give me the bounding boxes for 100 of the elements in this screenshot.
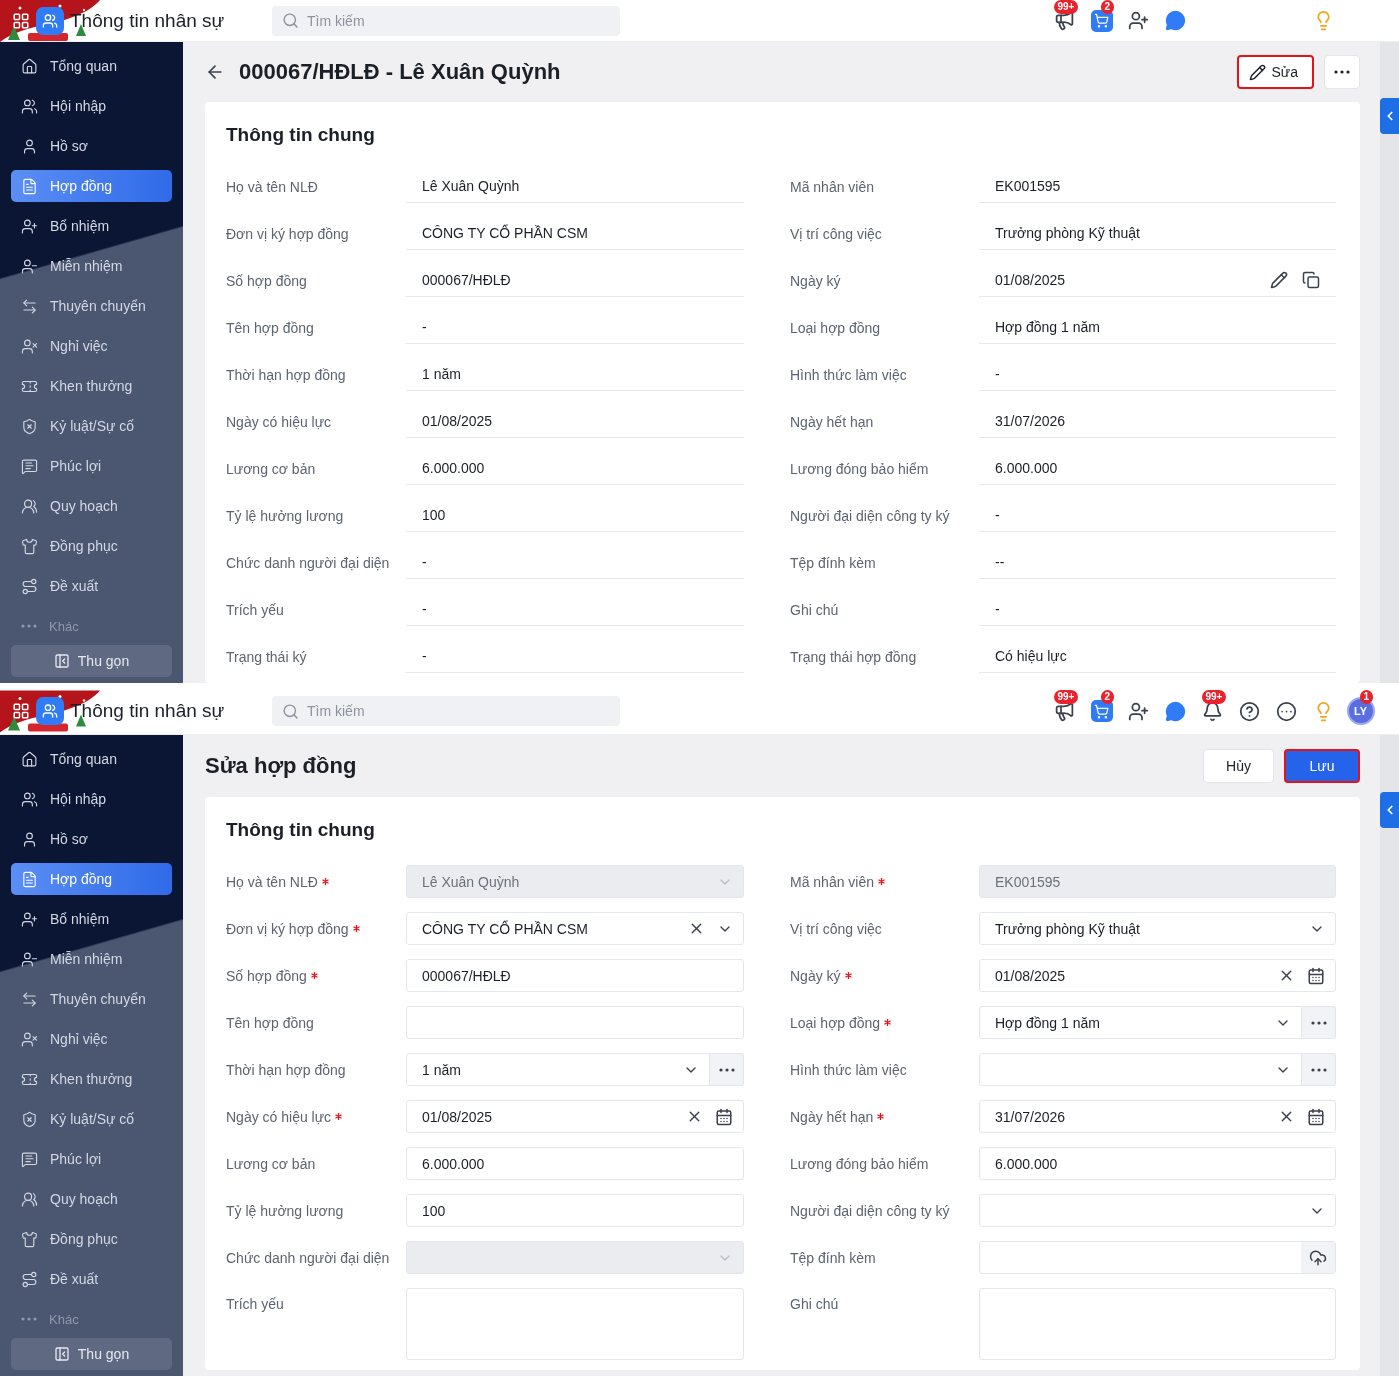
sidebar-item[interactable]: Nghỉ việc: [11, 1023, 172, 1055]
app-title: Thông tin nhân sự: [70, 700, 225, 722]
field-label: Tên hợp đồng: [226, 319, 315, 336]
file-field[interactable]: [979, 1241, 1336, 1274]
field-label: Ngày ký: [790, 272, 842, 289]
select-field[interactable]: Trưởng phòng Kỹ thuật: [979, 912, 1336, 945]
count-badge: 1: [1359, 690, 1374, 704]
sidebar-item[interactable]: Miễn nhiệm: [11, 943, 172, 975]
search-field[interactable]: Tìm kiếm: [272, 696, 620, 726]
chat-icon[interactable]: [1165, 10, 1186, 31]
more-icon: [1310, 1020, 1327, 1025]
sidebar-item[interactable]: Hội nhập: [11, 90, 172, 122]
calendar-icon[interactable]: [1307, 1107, 1325, 1126]
sidebar-item[interactable]: Đồng phục: [11, 530, 172, 562]
cart-icon[interactable]: [1090, 700, 1113, 722]
select-field[interactable]: Hợp đồng 1 năm: [979, 1006, 1302, 1039]
sidebar-item[interactable]: Kỷ luật/Sự cố: [11, 410, 172, 442]
select-field[interactable]: [979, 1053, 1302, 1086]
collapse-button[interactable]: Thu gọn: [11, 645, 172, 677]
copy-icon[interactable]: [1302, 271, 1320, 289]
save-button[interactable]: Lưu: [1284, 749, 1360, 783]
select-field[interactable]: [979, 1194, 1336, 1227]
sidebar-item[interactable]: Khen thưởng: [11, 1063, 172, 1095]
collapse-button[interactable]: Thu gọn: [11, 1338, 172, 1370]
text-field[interactable]: [406, 1006, 744, 1039]
field-label: Trích yếu: [226, 601, 285, 618]
sidebar-item[interactable]: Quy hoạch: [11, 490, 172, 522]
field-label: Thời hạn hợp đồng: [226, 1061, 346, 1078]
menu-icon: [21, 790, 38, 808]
text-field[interactable]: 100: [406, 1194, 744, 1227]
app-grid-icon[interactable]: [12, 11, 30, 30]
sidebar-item[interactable]: Thuyên chuyển: [11, 983, 172, 1015]
field-label: Lương đóng bảo hiểm: [790, 460, 930, 477]
sidebar-item[interactable]: Miễn nhiệm: [11, 250, 172, 282]
select-field[interactable]: 1 năm: [406, 1053, 710, 1086]
sidebar-item[interactable]: Nghỉ việc: [11, 330, 172, 362]
more-icon: [718, 1067, 735, 1072]
menu-icon: [21, 1230, 38, 1248]
field-value: EK001595: [995, 178, 1062, 194]
text-field[interactable]: 000067/HĐLĐ: [406, 959, 744, 992]
panel-toggle-button[interactable]: [1380, 792, 1399, 828]
search-icon: [282, 702, 299, 720]
edit-button[interactable]: Sửa: [1236, 55, 1314, 89]
sidebar-item[interactable]: Khen thưởng: [11, 370, 172, 402]
help-icon[interactable]: [1239, 700, 1260, 722]
calendar-icon[interactable]: [1307, 966, 1325, 985]
sidebar-item[interactable]: Tổng quan: [11, 743, 172, 775]
sidebar-item[interactable]: Đồng phục: [11, 1223, 172, 1255]
sidebar-item[interactable]: Bổ nhiệm: [11, 210, 172, 242]
field-value: -: [995, 507, 1001, 523]
field-value: -: [422, 648, 428, 664]
sidebar-item[interactable]: Đề xuất: [11, 1263, 172, 1295]
more-icon[interactable]: [1276, 700, 1297, 722]
sidebar-item[interactable]: Phúc lợi: [11, 1143, 172, 1175]
sidebar-item[interactable]: Kỷ luật/Sự cố: [11, 1103, 172, 1135]
panel-toggle-button[interactable]: [1380, 98, 1399, 134]
more-button[interactable]: [1324, 55, 1360, 89]
sidebar-item[interactable]: Hợp đồng: [11, 863, 172, 895]
sidebar-item[interactable]: Hợp đồng: [11, 170, 172, 202]
upload-button[interactable]: [1301, 1242, 1335, 1273]
cancel-button[interactable]: Hủy: [1203, 749, 1274, 783]
sidebar-item[interactable]: Thuyên chuyển: [11, 290, 172, 322]
field-label: Số hợp đồng: [226, 272, 308, 289]
scrollbar[interactable]: [1380, 735, 1399, 1376]
date-field[interactable]: 01/08/2025: [406, 1100, 744, 1133]
date-field[interactable]: 31/07/2026: [979, 1100, 1336, 1133]
field-value: -: [422, 319, 428, 335]
text-field[interactable]: 6.000.000: [406, 1147, 744, 1180]
text-field[interactable]: 6.000.000: [979, 1147, 1336, 1180]
date-field[interactable]: 01/08/2025: [979, 959, 1336, 992]
field-value: 01/08/2025: [995, 272, 1067, 288]
field-value: -: [422, 554, 428, 570]
select-field[interactable]: CÔNG TY CỔ PHẦN CSM: [406, 912, 744, 945]
sidebar-item[interactable]: Tổng quan: [11, 50, 172, 82]
chat-icon[interactable]: [1165, 700, 1186, 722]
pencil-icon[interactable]: [1270, 271, 1288, 289]
app-logo-icon: [36, 6, 64, 35]
menu-icon: [21, 577, 38, 595]
scrollbar[interactable]: [1380, 42, 1399, 683]
app-grid-icon[interactable]: [12, 702, 30, 720]
field-label: Chức danh người đại diện: [226, 554, 391, 571]
menu-icon: [21, 417, 38, 435]
more-icon: [21, 1317, 37, 1321]
sidebar-item[interactable]: Bổ nhiệm: [11, 903, 172, 935]
sidebar-item[interactable]: Hội nhập: [11, 783, 172, 815]
sidebar-item[interactable]: Hồ sơ: [11, 130, 172, 162]
collapse-icon: [53, 1346, 70, 1362]
sidebar-item[interactable]: Quy hoạch: [11, 1183, 172, 1215]
search-field[interactable]: Tìm kiếm: [272, 5, 620, 36]
add-user-icon[interactable]: [1128, 10, 1149, 31]
sidebar-item[interactable]: Hồ sơ: [11, 823, 172, 855]
add-user-icon[interactable]: [1128, 700, 1149, 722]
menu-icon: [21, 870, 38, 888]
calendar-icon[interactable]: [715, 1107, 733, 1126]
cart-icon[interactable]: [1090, 9, 1113, 32]
sidebar-item[interactable]: Đề xuất: [11, 570, 172, 602]
sidebar-item[interactable]: Phúc lợi: [11, 450, 172, 482]
field-value: 6.000.000: [995, 460, 1059, 476]
field-label: Đơn vị ký hợp đồng: [226, 920, 349, 937]
field-value: 000067/HĐLĐ: [422, 272, 512, 288]
